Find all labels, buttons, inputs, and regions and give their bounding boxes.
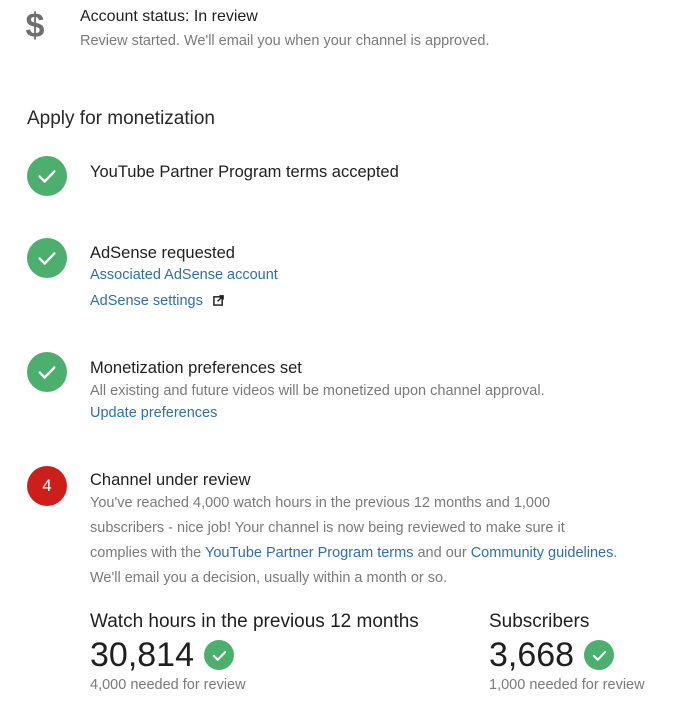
- watch-hours-requirement: 4,000 needed for review: [90, 677, 246, 693]
- external-link-icon: [213, 295, 225, 307]
- text-segment: .: [613, 545, 618, 561]
- step-description: All existing and future videos will be m…: [90, 383, 545, 399]
- step-description-line: We'll email you a decision, usually with…: [90, 570, 448, 586]
- watch-hours-value-row: 30,814: [90, 636, 234, 674]
- step-description-line: complies with the YouTube Partner Progra…: [90, 541, 617, 566]
- step-description-line: You've reached 4,000 watch hours in the …: [90, 495, 551, 511]
- check-icon: [204, 640, 234, 670]
- section-title: Apply for monetization: [27, 108, 215, 129]
- account-status-description: Review started. We'll email you when you…: [80, 33, 490, 49]
- associated-adsense-account-link[interactable]: Associated AdSense account: [90, 267, 278, 283]
- watch-hours-value: 30,814: [90, 636, 194, 674]
- check-icon: [27, 352, 67, 392]
- subscribers-label: Subscribers: [489, 611, 590, 632]
- adsense-settings-link[interactable]: AdSense settings: [90, 292, 225, 310]
- text-segment: and our: [413, 545, 471, 561]
- step-title: YouTube Partner Program terms accepted: [90, 163, 399, 181]
- adsense-settings-label: AdSense settings: [90, 293, 203, 309]
- ypp-terms-link[interactable]: YouTube Partner Program terms: [205, 545, 413, 561]
- check-icon: [584, 640, 615, 670]
- subscribers-value: 3,668: [489, 636, 575, 674]
- watch-hours-label: Watch hours in the previous 12 months: [90, 611, 419, 632]
- check-icon: [27, 238, 67, 278]
- update-preferences-link[interactable]: Update preferences: [90, 405, 217, 421]
- step-title: Monetization preferences set: [90, 359, 302, 377]
- text-segment: complies with the: [90, 545, 205, 561]
- step-description-line: subscribers - nice job! Your channel is …: [90, 520, 565, 536]
- subscribers-requirement: 1,000 needed for review: [489, 677, 645, 693]
- step-title: AdSense requested: [90, 244, 235, 262]
- dollar-icon: $: [25, 7, 45, 45]
- check-icon: [27, 156, 67, 196]
- step-title: Channel under review: [90, 471, 251, 489]
- account-status: Account status: In review: [80, 8, 258, 25]
- step-number: 4: [42, 476, 52, 495]
- subscribers-value-row: 3,668: [489, 636, 615, 674]
- community-guidelines-link[interactable]: Community guidelines: [471, 545, 614, 561]
- step-number-badge: 4: [27, 466, 67, 506]
